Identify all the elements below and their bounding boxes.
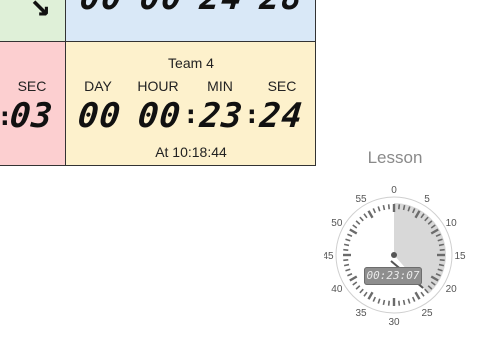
team4-at-time: At 10:18:44 <box>155 144 227 160</box>
dial-number: 5 <box>424 194 430 205</box>
team4-hour-label: HOUR <box>137 78 179 94</box>
dial-tick <box>438 263 445 267</box>
team-left-sec-label: SEC <box>17 78 47 94</box>
team3-day-digits: 00 <box>78 0 125 18</box>
team4-min-label: MIN <box>207 78 233 94</box>
dial-number: 45 <box>324 251 334 262</box>
dial-tick <box>438 243 445 247</box>
dial-tick <box>343 259 349 262</box>
dial-tick <box>382 204 386 211</box>
dial-tick <box>439 259 445 262</box>
dial-tick <box>439 248 445 251</box>
team4-hour-digits: 00 <box>135 96 184 136</box>
dial-number: 20 <box>446 284 458 295</box>
team4-separator-2: : <box>244 100 260 130</box>
team4-separator-1: : <box>183 100 199 130</box>
team4-min-digits: 23 <box>197 96 246 136</box>
dial-number: 35 <box>355 308 367 319</box>
dial-number: 0 <box>391 185 397 196</box>
dial-tick <box>343 248 349 251</box>
team4-title: Team 4 <box>168 55 214 71</box>
team3-min-digits: 24 <box>198 0 245 18</box>
dial-tick <box>398 300 401 306</box>
lesson-timer-readout: 00:23:07 <box>364 267 422 285</box>
dial-tick <box>382 299 386 306</box>
team4-day-label: DAY <box>84 78 112 94</box>
dial-number: 55 <box>355 194 367 205</box>
team4-panel: Team 4 DAY HOUR MIN SEC 00 00 : 23 : 24 … <box>66 42 316 166</box>
team3-left-partial-glyph: ↘ <box>30 0 51 24</box>
dial-number: 40 <box>331 284 343 295</box>
dial-tick <box>387 300 390 306</box>
dial-tick <box>402 299 406 306</box>
dial-number: 50 <box>331 218 343 229</box>
dial-tick <box>398 204 401 210</box>
team3-panel: 00 00 24 28 <box>66 0 316 42</box>
team-left-sec-digits: 03 <box>7 96 56 136</box>
lesson-timer-title: Lesson <box>367 148 423 167</box>
lesson-timer-dial-svg: 0 5 10 15 20 25 30 35 40 45 50 55 <box>322 185 466 328</box>
team4-sec-label: SEC <box>267 78 297 94</box>
dial-number: 25 <box>421 308 433 319</box>
dial-hub <box>391 252 397 258</box>
dial-tick <box>402 204 406 211</box>
dial-tick <box>343 243 350 247</box>
dial-tick <box>343 263 350 267</box>
lesson-timer-dial[interactable]: 0 5 10 15 20 25 30 35 40 45 50 55 <box>322 172 474 332</box>
team3-left-panel: ↘ <box>0 0 66 42</box>
dial-number: 30 <box>388 317 400 328</box>
team3-sec-digits: 28 <box>258 0 305 18</box>
team4-sec-digits: 24 <box>257 96 306 136</box>
dial-number: 10 <box>446 218 458 229</box>
dial-tick <box>387 204 390 210</box>
team-left-panel: SEC : 03 <box>0 42 66 166</box>
team3-hour-digits: 00 <box>138 0 185 18</box>
dial-number: 15 <box>454 251 466 262</box>
team4-day-digits: 00 <box>75 96 124 136</box>
